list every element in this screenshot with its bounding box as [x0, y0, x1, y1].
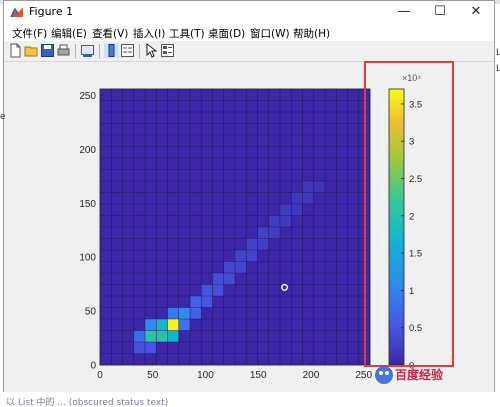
background-status-strip: 以 List 中的 ... (obscured status text)	[0, 394, 500, 407]
heatmap-cell	[167, 330, 179, 342]
y-tick-label: 100	[79, 253, 96, 264]
figure-toolbar	[4, 41, 494, 62]
close-button[interactable]: ✕	[458, 1, 494, 23]
x-tick-label: 200	[303, 370, 320, 381]
menu-bar: 文件(F) 编辑(E) 查看(V) 插入(I) 工具(T) 桌面(D) 窗口(W…	[4, 23, 494, 41]
menu-window[interactable]: 窗口(W)	[250, 26, 290, 41]
maximize-button[interactable]: ☐	[422, 1, 458, 23]
title-bar: Figure 1 — ☐ ✕	[4, 1, 494, 23]
menu-tools[interactable]: 工具(T)	[169, 26, 205, 41]
menu-help[interactable]: 帮助(H)	[293, 26, 330, 41]
heatmap-cell	[268, 227, 280, 239]
heatmap-cell	[291, 192, 303, 204]
heatmap-cell	[302, 181, 314, 193]
heatmap-cell	[145, 319, 157, 331]
background-status-text: 以 List 中的 ... (obscured status text)	[6, 398, 169, 407]
y-tick-label: 200	[79, 145, 96, 156]
heatmap-cell	[302, 192, 314, 204]
menu-insert[interactable]: 插入(I)	[133, 26, 165, 41]
heatmap-cell	[246, 238, 258, 250]
watermark-text: 百度经验	[395, 368, 444, 382]
heatmap-cell	[280, 204, 292, 216]
toolbar-separator	[99, 44, 100, 58]
heatmap-cell	[145, 342, 157, 354]
heatmap-cell	[167, 319, 179, 331]
heatmap-cell	[223, 273, 235, 285]
y-tick-label: 0	[90, 361, 96, 372]
menu-file[interactable]: 文件(F)	[12, 26, 47, 41]
heatmap-cell	[190, 307, 202, 319]
toolbar-separator	[75, 44, 76, 58]
heatmap-cell	[257, 238, 269, 250]
heatmap-cell	[201, 284, 213, 296]
matlab-figure-icon	[10, 5, 24, 19]
annotation-highlight-box	[364, 61, 454, 367]
window-title: Figure 1	[29, 5, 74, 18]
menu-desktop[interactable]: 桌面(D)	[208, 26, 245, 41]
heatmap-cell	[190, 296, 202, 308]
heatmap-cell	[313, 181, 325, 193]
link-plot-icon[interactable]	[80, 43, 95, 58]
heatmap-cell	[156, 330, 168, 342]
heatmap-cell	[235, 261, 247, 273]
heatmap-cell	[212, 273, 224, 285]
minimize-button[interactable]: —	[386, 1, 422, 23]
heatmap-cell	[156, 319, 168, 331]
heatmap-cell	[178, 319, 190, 331]
background-text-fragment: e	[0, 112, 6, 122]
heatmap-cell	[212, 284, 224, 296]
heatmap-cell	[268, 215, 280, 227]
heatmap-cell	[167, 307, 179, 319]
menu-view[interactable]: 查看(V)	[92, 26, 128, 41]
insert-colorbar-icon[interactable]	[104, 43, 119, 58]
heatmap-cell	[133, 342, 145, 354]
x-tick-label: 50	[147, 370, 159, 381]
heatmap-cell	[246, 250, 258, 262]
pointer-icon[interactable]	[144, 43, 159, 58]
heatmap-cell	[201, 296, 213, 308]
background-text-fragment: Li	[496, 48, 500, 58]
toolbar-separator	[139, 44, 140, 58]
insert-legend-icon[interactable]	[120, 43, 135, 58]
heatmap-cell	[178, 307, 190, 319]
open-file-icon[interactable]	[24, 43, 39, 58]
new-figure-icon[interactable]	[8, 43, 23, 58]
heatmap-cell	[133, 330, 145, 342]
heatmap-cell	[291, 204, 303, 216]
print-icon[interactable]	[56, 43, 71, 58]
heatmap-cell	[223, 261, 235, 273]
menu-edit[interactable]: 编辑(E)	[51, 26, 87, 41]
y-tick-label: 50	[85, 307, 97, 318]
background-text-fragment: La	[496, 64, 500, 74]
property-inspector-icon[interactable]	[160, 43, 175, 58]
x-tick-label: 150	[250, 370, 267, 381]
y-tick-label: 150	[79, 199, 96, 210]
heatmap-cell	[145, 330, 157, 342]
heatmap-cell	[235, 250, 247, 262]
y-tick-label: 250	[79, 91, 96, 102]
heatmap-cell	[280, 215, 292, 227]
save-icon[interactable]	[40, 43, 55, 58]
x-tick-label: 100	[197, 370, 214, 381]
x-tick-label: 0	[97, 370, 103, 381]
heatmap-cell	[257, 227, 269, 239]
